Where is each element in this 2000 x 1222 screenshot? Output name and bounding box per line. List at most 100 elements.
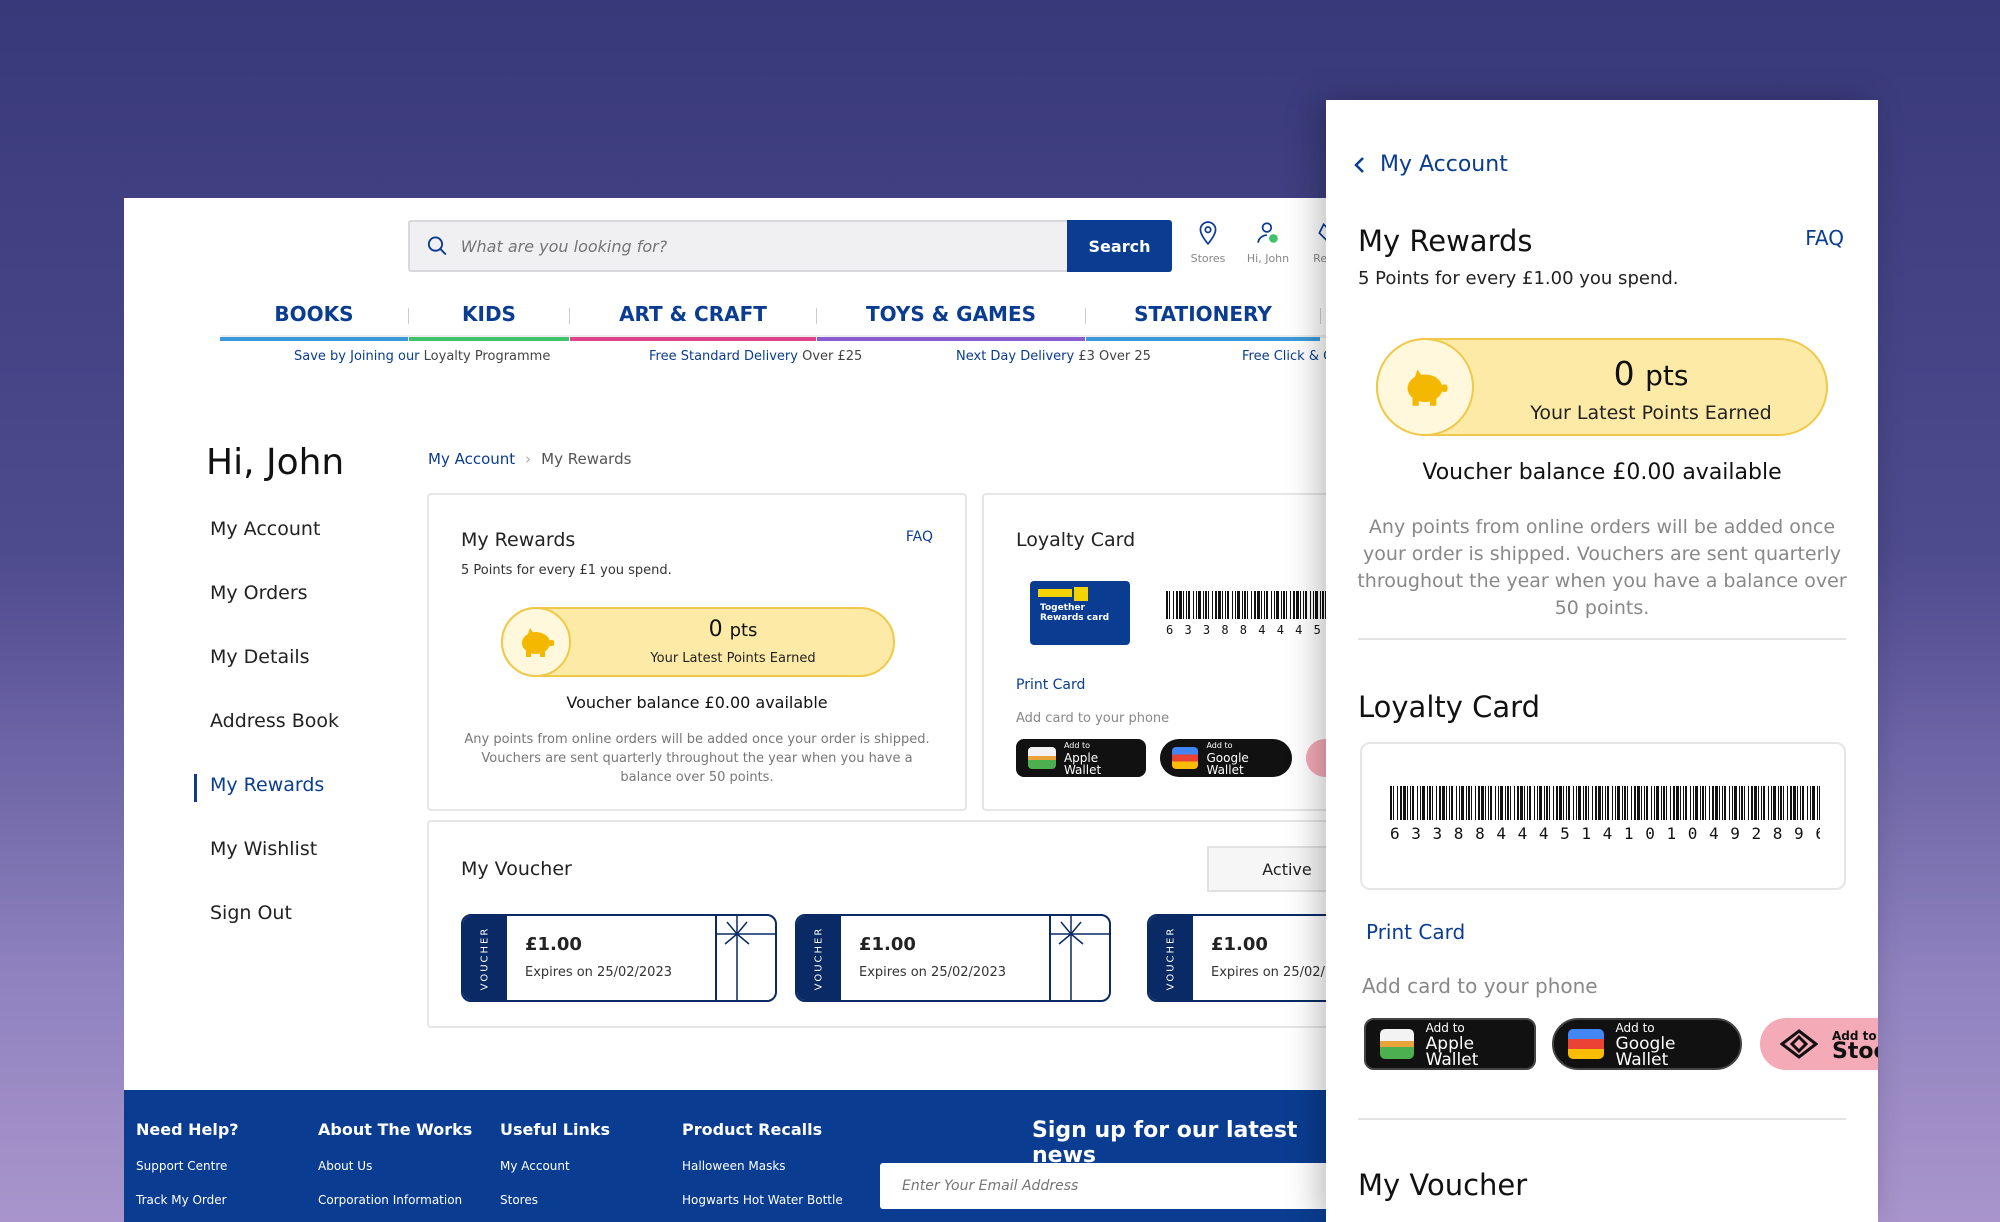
stocard-button[interactable]: Add toStoc	[1760, 1018, 1878, 1070]
newsletter-heading: Sign up for our latest news	[1032, 1118, 1298, 1168]
faq-link[interactable]: FAQ	[1805, 226, 1844, 250]
sidebar-item-sign-out[interactable]: Sign Out	[194, 902, 339, 966]
rewards-title: My Rewards	[461, 529, 576, 551]
loyalty-card-image: Together Rewards card	[1030, 581, 1130, 645]
apple-wallet-icon	[1380, 1029, 1414, 1059]
nav-art-craft[interactable]: ART & CRAFT	[570, 298, 816, 341]
account-link[interactable]: Hi, John	[1244, 220, 1292, 265]
points-value: 0 pts	[573, 617, 893, 642]
voucher-item[interactable]: VOUCHER £1.00 Expires on 25/02/2023	[461, 914, 777, 1002]
google-wallet-button[interactable]: Add to Google Wallet	[1160, 739, 1292, 777]
divider	[1358, 1118, 1846, 1120]
footer-link[interactable]: Halloween Masks	[682, 1159, 843, 1173]
footer-link[interactable]: Track My Order	[136, 1193, 239, 1207]
promo-standard-delivery[interactable]: Free Standard Delivery Over £25	[649, 349, 862, 364]
footer-link[interactable]: About Us	[318, 1159, 472, 1173]
gift-ribbon-icon	[1049, 916, 1109, 1000]
points-pill: 0 pts Your Latest Points Earned	[1376, 338, 1828, 436]
footer-link[interactable]: Hogwarts Hot Water Bottle	[682, 1193, 843, 1207]
stores-link[interactable]: Stores	[1184, 220, 1232, 265]
points-number: 0	[708, 617, 723, 642]
card-label: Together Rewards card	[1040, 603, 1110, 623]
promo-link[interactable]: Free Click & C	[1242, 349, 1326, 364]
sidebar-item-my-wishlist[interactable]: My Wishlist	[194, 838, 339, 902]
promo-click-collect[interactable]: Free Click & C	[1242, 349, 1326, 364]
main-nav: BOOKS KIDS ART & CRAFT TOYS & GAMES STAT…	[220, 298, 1326, 341]
google-wallet-icon	[1172, 747, 1199, 769]
footer-link[interactable]: Support Centre	[136, 1159, 239, 1173]
brand-mark	[1074, 587, 1088, 601]
loyalty-card-panel: Loyalty Card Together Rewards card 6 3 3…	[982, 493, 1326, 811]
search-input[interactable]	[460, 236, 1067, 256]
chevron-left-icon	[1354, 156, 1364, 173]
voucher-title: My Voucher	[461, 858, 572, 880]
newsletter-email-field[interactable]	[880, 1163, 1326, 1209]
mobile-panel: My Account My Rewards FAQ 5 Points for e…	[1326, 100, 1878, 1222]
piggy-bank-badge	[501, 607, 571, 677]
breadcrumb-current: My Rewards	[541, 450, 632, 468]
barcode: 6 3 3 8 8 4 4 4 5 1 4 1	[1166, 591, 1326, 635]
nav-books[interactable]: BOOKS	[220, 298, 408, 341]
footer-link[interactable]: Corporation Information	[318, 1193, 472, 1207]
faq-link[interactable]: FAQ	[906, 529, 933, 545]
footer-col-recalls: Product Recalls Halloween Masks Hogwarts…	[682, 1120, 843, 1222]
voucher-stub: VOUCHER	[463, 916, 507, 1000]
sidebar-item-my-rewards[interactable]: My Rewards	[194, 774, 339, 802]
voucher-body: £1.00 Expires on 25/02/	[1193, 916, 1326, 1000]
stocard-icon	[1780, 1029, 1818, 1059]
sidebar-item-my-details[interactable]: My Details	[194, 646, 339, 710]
rewards-icon	[1318, 222, 1326, 241]
wallet-label: Apple Wallet	[1425, 1034, 1479, 1070]
back-to-account-link[interactable]: My Account	[1352, 152, 1508, 177]
stocard-button[interactable]	[1306, 739, 1326, 777]
barcode-digits: 6 3 3 8 8 4 4 4 5 1 4 1 0 1 0 4 9 2 8 9 …	[1390, 824, 1820, 843]
nav-stationery[interactable]: STATIONERY	[1086, 298, 1320, 341]
voucher-body: £1.00 Expires on 25/02/2023	[841, 916, 1109, 1000]
voucher-panel: My Voucher Active VOUCHER £1.00 Expires …	[427, 820, 1326, 1028]
sidebar-item-address-book[interactable]: Address Book	[194, 710, 339, 774]
account-label: Hi, John	[1246, 252, 1290, 265]
voucher-balance: Voucher balance £0.00 available	[1422, 460, 1782, 485]
footer-heading: Need Help?	[136, 1120, 239, 1139]
footer-col-about: About The Works About Us Corporation Inf…	[318, 1120, 472, 1222]
points-note: Any points from online orders will be ad…	[1357, 516, 1847, 619]
print-card-link[interactable]: Print Card	[1366, 920, 1465, 944]
promo-link[interactable]: Free Standard Delivery	[649, 349, 798, 364]
promo-loyalty[interactable]: Save by Joining our Loyalty Programme	[294, 349, 550, 364]
voucher-item[interactable]: VOUCHER £1.00 Expires on 25/02/	[1147, 914, 1326, 1002]
footer-heading: About The Works	[318, 1120, 473, 1139]
voucher-item[interactable]: VOUCHER £1.00 Expires on 25/02/2023	[795, 914, 1111, 1002]
wallet-label: Google Wallet	[1615, 1034, 1676, 1070]
add-to-phone-label: Add card to your phone	[1362, 974, 1598, 998]
print-card-link[interactable]: Print Card	[1016, 677, 1085, 693]
search-bar: Search	[408, 220, 1172, 272]
rewards-link[interactable]: Rewa	[1304, 220, 1326, 265]
sidebar-item-my-orders[interactable]: My Orders	[194, 582, 339, 646]
voucher-stub: VOUCHER	[1149, 916, 1193, 1000]
promo-link[interactable]: Save by Joining our	[294, 349, 420, 364]
search-button[interactable]: Search	[1067, 220, 1172, 272]
footer-link[interactable]: Stores	[500, 1193, 610, 1207]
gift-ribbon-icon	[715, 916, 775, 1000]
promo-link[interactable]: Next Day Delivery	[956, 349, 1074, 364]
rewards-subtitle: 5 Points for every £1 you spend.	[461, 563, 672, 578]
promo-text: £3 Over 25	[1074, 349, 1151, 364]
google-wallet-button[interactable]: Add to Google Wallet	[1552, 1018, 1742, 1070]
email-input[interactable]	[902, 1178, 1326, 1194]
sidebar-item-my-account[interactable]: My Account	[194, 518, 339, 582]
barcode-bars	[1390, 786, 1820, 820]
voucher-stub-label: VOUCHER	[1165, 926, 1177, 990]
breadcrumb-parent[interactable]: My Account	[428, 450, 515, 468]
rewards-label: Rewa	[1313, 252, 1326, 265]
apple-wallet-button[interactable]: Add to Apple Wallet	[1016, 739, 1146, 777]
nav-toys-games[interactable]: TOYS & GAMES	[817, 298, 1085, 341]
promo-next-day[interactable]: Next Day Delivery £3 Over 25	[956, 349, 1151, 364]
promo-text: Loyalty Programme	[419, 349, 551, 364]
points-value: 0 pts	[1476, 354, 1826, 393]
search-box[interactable]	[408, 220, 1067, 272]
tab-active[interactable]: Active	[1207, 846, 1326, 892]
apple-wallet-button[interactable]: Add to Apple Wallet	[1364, 1018, 1536, 1070]
nav-kids[interactable]: KIDS	[409, 298, 569, 341]
points-label: Your Latest Points Earned	[1530, 402, 1772, 424]
footer-link[interactable]: My Account	[500, 1159, 610, 1173]
